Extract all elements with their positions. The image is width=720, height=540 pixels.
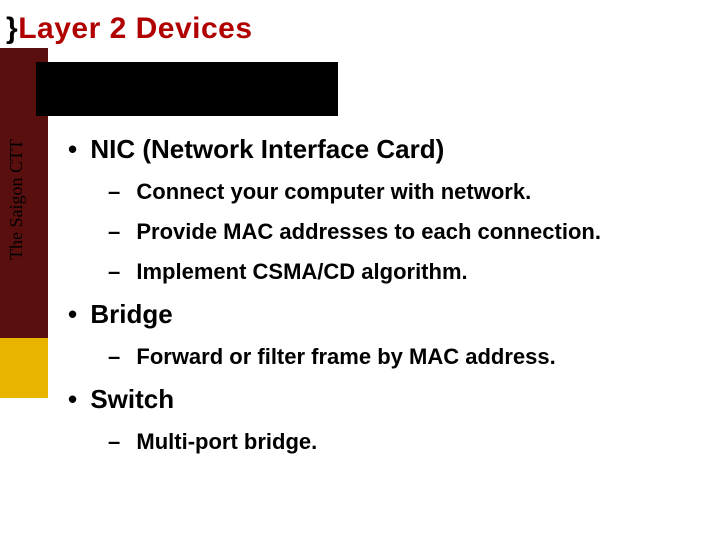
brace-icon: }	[6, 12, 18, 45]
dash-icon: –	[108, 344, 120, 369]
sub-bullet-text: Forward or filter frame by MAC address.	[136, 344, 555, 369]
bullet-label: Switch	[90, 384, 174, 414]
dash-icon: –	[108, 259, 120, 284]
sub-bullet: – Connect your computer with network.	[58, 179, 708, 205]
sub-bullet: – Forward or filter frame by MAC address…	[58, 344, 708, 370]
content-area: • NIC (Network Interface Card) – Connect…	[58, 120, 708, 469]
dash-icon: –	[108, 219, 120, 244]
bullet-dot-icon: •	[68, 384, 77, 414]
bullet-nic: • NIC (Network Interface Card)	[58, 134, 708, 165]
sub-bullet-text: Provide MAC addresses to each connection…	[136, 219, 601, 244]
sidebar-yellow-block	[0, 338, 48, 398]
bullet-label: Bridge	[90, 299, 172, 329]
sidebar-white-block	[0, 398, 48, 540]
bullet-switch: • Switch	[58, 384, 708, 415]
sub-bullet: – Implement CSMA/CD algorithm.	[58, 259, 708, 285]
title-text: Layer 2 Devices	[18, 12, 252, 45]
bullet-dot-icon: •	[68, 299, 77, 329]
sidebar-vertical-text: The Saigon CTT	[6, 139, 27, 260]
sub-bullet-text: Implement CSMA/CD algorithm.	[136, 259, 467, 284]
bullet-label: NIC (Network Interface Card)	[90, 134, 444, 164]
sub-bullet-text: Connect your computer with network.	[136, 179, 531, 204]
dash-icon: –	[108, 429, 120, 454]
sub-bullet: – Multi-port bridge.	[58, 429, 708, 455]
slide-title: }Layer 2 Devices	[6, 12, 253, 46]
bullet-bridge: • Bridge	[58, 299, 708, 330]
dash-icon: –	[108, 179, 120, 204]
sub-bullet-text: Multi-port bridge.	[136, 429, 317, 454]
black-box-decoration	[36, 62, 338, 116]
bullet-dot-icon: •	[68, 134, 77, 164]
sub-bullet: – Provide MAC addresses to each connecti…	[58, 219, 708, 245]
